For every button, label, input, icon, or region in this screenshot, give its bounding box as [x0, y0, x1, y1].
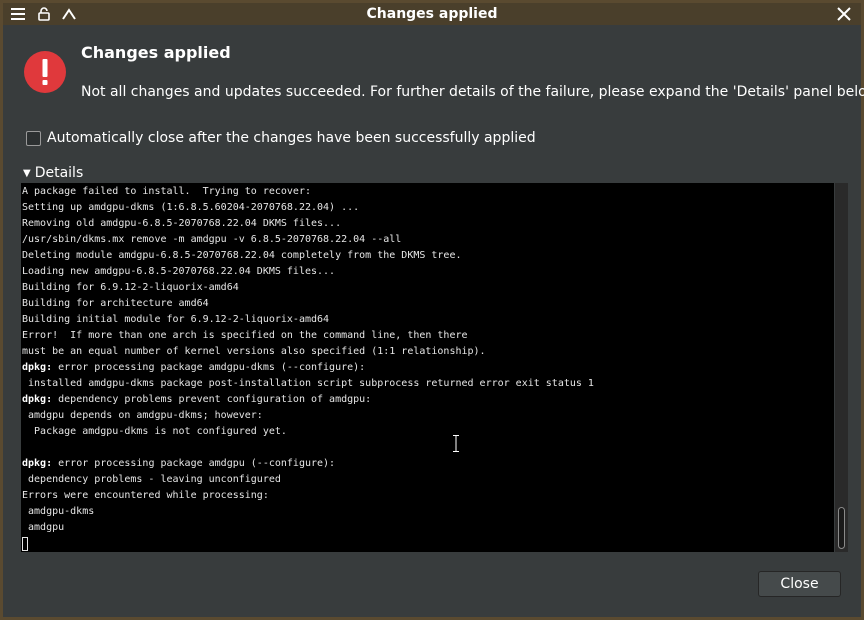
terminal-line: must be an equal number of kernel versio…: [22, 344, 594, 360]
terminal-line-text: Errors were encountered while processing…: [22, 490, 269, 501]
terminal-line: amdgpu-dkms: [22, 504, 594, 520]
terminal-line-text: Building for architecture amd64: [22, 298, 209, 309]
terminal-line: Building for 6.9.12-2-liquorix-amd64: [22, 280, 594, 296]
title-bar[interactable]: Changes applied: [3, 3, 861, 25]
terminal-line: /usr/sbin/dkms.mx remove -m amdgpu -v 6.…: [22, 232, 594, 248]
dialog-content: Changes applied Not all changes and upda…: [6, 25, 864, 617]
terminal-line: Errors were encountered while processing…: [22, 488, 594, 504]
terminal-line: [22, 440, 594, 456]
terminal-line: Error! If more than one arch is specifie…: [22, 328, 594, 344]
close-button[interactable]: Close: [758, 571, 841, 597]
terminal-line-text: error processing package amdgpu-dkms (--…: [52, 362, 366, 373]
terminal-line-text: Setting up amdgpu-dkms (1:6.8.5.60204-20…: [22, 202, 360, 213]
terminal-lines: A package failed to install. Trying to r…: [22, 184, 594, 552]
terminal-line-text: Loading new amdgpu-6.8.5-2070768.22.04 D…: [22, 266, 336, 277]
terminal-cursor: [22, 536, 594, 552]
terminal-line-text: Building initial module for 6.9.12-2-liq…: [22, 314, 330, 325]
text-cursor-icon: [453, 435, 459, 452]
auto-close-option[interactable]: Automatically close after the changes ha…: [26, 130, 536, 146]
terminal-line: dependency problems - leaving unconfigur…: [22, 472, 594, 488]
terminal-line-text: dependency problems prevent configuratio…: [52, 394, 372, 405]
terminal-line-text: installed amdgpu-dkms package post-insta…: [22, 378, 594, 389]
scrollbar-thumb[interactable]: [838, 507, 845, 549]
terminal-line: dpkg: error processing package amdgpu-dk…: [22, 360, 594, 376]
close-icon[interactable]: [833, 4, 855, 24]
terminal-line-text: /usr/sbin/dkms.mx remove -m amdgpu -v 6.…: [22, 234, 402, 245]
terminal-line-text: amdgpu: [22, 522, 65, 533]
terminal-line-text: Error! If more than one arch is specifie…: [22, 330, 468, 341]
error-icon: [24, 51, 66, 93]
dialog-heading: Changes applied: [81, 43, 231, 62]
auto-close-label[interactable]: Automatically close after the changes ha…: [47, 130, 536, 146]
terminal-line-text: Removing old amdgpu-6.8.5-2070768.22.04 …: [22, 218, 342, 229]
terminal-line: Setting up amdgpu-dkms (1:6.8.5.60204-20…: [22, 200, 594, 216]
window-title: Changes applied: [366, 6, 498, 22]
dialog-message: Not all changes and updates succeeded. F…: [81, 84, 864, 100]
terminal-line-text: [22, 442, 28, 453]
terminal-line: dpkg: error processing package amdgpu (-…: [22, 456, 594, 472]
terminal-line-text: Package amdgpu-dkms is not configured ye…: [22, 426, 287, 437]
terminal-line: Loading new amdgpu-6.8.5-2070768.22.04 D…: [22, 264, 594, 280]
terminal-line-prefix: dpkg:: [22, 458, 53, 469]
details-expander[interactable]: ▼ Details: [23, 165, 83, 181]
dialog-window: Changes applied Changes applied Not all …: [0, 0, 864, 620]
terminal-line-prefix: dpkg:: [22, 362, 53, 373]
terminal-output[interactable]: A package failed to install. Trying to r…: [21, 183, 834, 552]
terminal-line-text: Deleting module amdgpu-6.8.5-2070768.22.…: [22, 250, 462, 261]
terminal-line: amdgpu: [22, 520, 594, 536]
terminal-line: amdgpu depends on amdgpu-dkms; however:: [22, 408, 594, 424]
terminal-line-prefix: dpkg:: [22, 394, 53, 405]
terminal-line: A package failed to install. Trying to r…: [22, 184, 594, 200]
terminal-line-text: amdgpu depends on amdgpu-dkms; however:: [22, 410, 263, 421]
terminal-line: Building for architecture amd64: [22, 296, 594, 312]
details-label: Details: [34, 165, 84, 181]
terminal-line: dpkg: dependency problems prevent config…: [22, 392, 594, 408]
terminal-line: Building initial module for 6.9.12-2-liq…: [22, 312, 594, 328]
terminal-line-text: must be an equal number of kernel versio…: [22, 346, 486, 357]
terminal-line-text: Building for 6.9.12-2-liquorix-amd64: [22, 282, 239, 293]
terminal-line-text: amdgpu-dkms: [22, 506, 95, 517]
terminal-line: installed amdgpu-dkms package post-insta…: [22, 376, 594, 392]
terminal-cursor-block: [22, 537, 28, 551]
terminal-line-text: error processing package amdgpu (--confi…: [52, 458, 336, 469]
triangle-down-icon: ▼: [23, 167, 31, 179]
terminal-line: Removing old amdgpu-6.8.5-2070768.22.04 …: [22, 216, 594, 232]
terminal-line: Deleting module amdgpu-6.8.5-2070768.22.…: [22, 248, 594, 264]
auto-close-checkbox[interactable]: [26, 130, 41, 146]
terminal-scrollbar[interactable]: [835, 183, 848, 552]
terminal-line: Package amdgpu-dkms is not configured ye…: [22, 424, 594, 440]
terminal-line-text: dependency problems - leaving unconfigur…: [22, 474, 281, 485]
terminal-line-text: A package failed to install. Trying to r…: [22, 186, 311, 197]
